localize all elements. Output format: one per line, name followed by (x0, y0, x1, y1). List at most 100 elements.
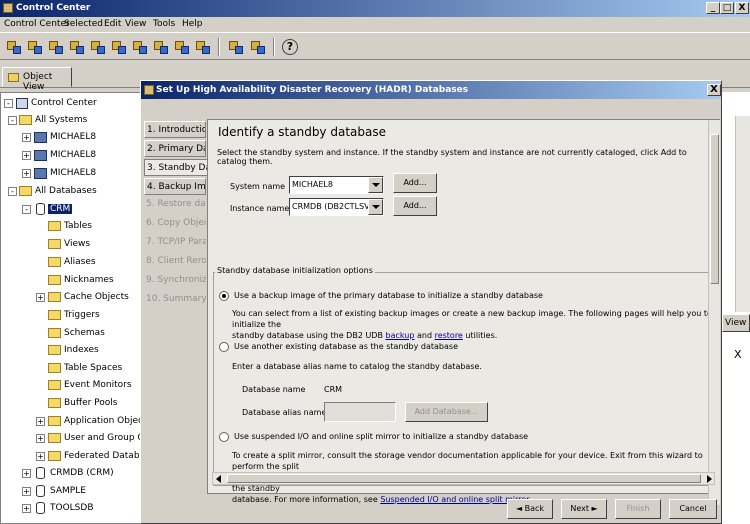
radio-existing-database-label[interactable]: Use another existing database as the sta… (234, 342, 458, 351)
wizard-steps: 1. Introduction 2. Primary Dat... 3. Sta… (144, 121, 207, 501)
task-center-icon[interactable] (195, 39, 211, 55)
backup-link[interactable]: backup (386, 331, 415, 340)
next-button[interactable]: Next ► (561, 499, 607, 519)
database-alias-label: Database alias name (242, 408, 327, 417)
wizard-buttons: ◄ Back Next ► Finish Cancel (141, 499, 721, 523)
content-horizontal-scrollbar[interactable] (212, 472, 715, 485)
page-title: Identify a standby database (218, 125, 386, 139)
tree-label: MICHAEL8 (50, 168, 97, 178)
expand-icon[interactable]: + (36, 452, 45, 461)
system-tool-icon[interactable] (6, 39, 22, 55)
collapse-icon[interactable]: - (8, 187, 17, 196)
control-center-tree-icon (16, 98, 28, 109)
add-system-button[interactable]: Add... (393, 173, 437, 193)
backup-desc-text: utilities. (465, 331, 498, 340)
dialog-title-bar: Set Up High Availability Disaster Recove… (141, 81, 721, 99)
content-vertical-scrollbar[interactable] (708, 120, 720, 505)
expand-icon[interactable]: + (22, 151, 31, 160)
horizontal-scroll-thumb[interactable] (227, 474, 701, 483)
backup-desc-line: standby database using the DB2 UDB backu… (232, 330, 712, 341)
folder-icon (48, 292, 61, 302)
menu-view[interactable]: View (125, 19, 146, 29)
collapse-icon[interactable]: - (8, 116, 17, 125)
scroll-right-icon[interactable] (707, 475, 712, 483)
collapse-icon[interactable]: - (4, 99, 13, 108)
step-standby-database[interactable]: 3. Standby Da... (144, 159, 207, 176)
radio-existing-database[interactable] (219, 342, 229, 352)
instance-name-value: CRMDB (DB2CTLSV) (292, 202, 373, 211)
radio-backup-image-label[interactable]: Use a backup image of the primary databa… (234, 291, 543, 300)
database-alias-input[interactable] (324, 402, 396, 422)
tree-label: Views (64, 239, 91, 249)
expand-icon[interactable]: + (36, 417, 45, 426)
help-icon[interactable]: ? (282, 39, 298, 55)
close-button[interactable]: X (735, 2, 749, 14)
expand-icon[interactable]: + (22, 504, 31, 513)
replication-icon[interactable] (90, 39, 106, 55)
finish-button: Finish (615, 499, 661, 519)
step-introduction[interactable]: 1. Introduction (144, 121, 206, 138)
system-name-combo[interactable]: MICHAEL8 (289, 176, 384, 194)
backup-desc-text: standby database using the DB2 UDB (232, 331, 383, 340)
menu-control-center[interactable]: Control Center (4, 19, 70, 29)
object-tree: - Control Center - All Systems + MICHAEL… (0, 92, 142, 524)
step-primary-database[interactable]: 2. Primary Dat... (144, 140, 206, 157)
scroll-left-icon[interactable] (216, 475, 221, 483)
add-instance-button[interactable]: Add... (393, 196, 437, 216)
contents-scrollbar[interactable] (735, 116, 750, 312)
expand-icon[interactable]: + (22, 487, 31, 496)
expand-icon[interactable]: + (36, 434, 45, 443)
tree-label: Control Center (31, 98, 97, 108)
health-center-icon[interactable] (111, 39, 127, 55)
menu-edit[interactable]: Edit (104, 19, 121, 29)
expand-icon[interactable]: + (36, 293, 45, 302)
tree-label: Aliases (64, 257, 96, 267)
folder-icon (48, 433, 61, 443)
tree-label: MICHAEL8 (50, 132, 97, 142)
existing-database-description: Enter a database alias name to catalog t… (232, 362, 482, 371)
development-center-icon[interactable] (174, 39, 190, 55)
command-editor-icon[interactable] (69, 39, 85, 55)
expand-icon[interactable]: + (22, 169, 31, 178)
database-tool-icon[interactable] (48, 39, 64, 55)
toolbar-separator (218, 38, 220, 56)
vertical-scroll-thumb[interactable] (710, 134, 719, 284)
tree-label: CRM (48, 204, 73, 214)
radio-split-mirror-label[interactable]: Use suspended I/O and online split mirro… (234, 432, 528, 441)
tree-label: Table Spaces (64, 363, 123, 373)
tree-label: All Databases (35, 186, 97, 196)
radio-split-mirror[interactable] (219, 432, 229, 442)
chevron-down-icon[interactable] (368, 177, 383, 193)
expand-icon[interactable]: + (22, 133, 31, 142)
license-center-icon[interactable] (153, 39, 169, 55)
folder-icon (48, 328, 61, 338)
menu-help[interactable]: Help (182, 19, 203, 29)
restore-link[interactable]: restore (435, 331, 463, 340)
menu-tools[interactable]: Tools (153, 19, 175, 29)
tree-label: CRMDB (CRM) (50, 468, 114, 478)
tab-object-view[interactable]: Object View (2, 67, 72, 92)
step-restore-database: 5. Restore dat... (146, 199, 206, 209)
menu-selected[interactable]: Selected (64, 19, 103, 29)
back-button[interactable]: ◄ Back (507, 499, 553, 519)
step-backup-image[interactable]: 4. Backup Ima... (144, 178, 206, 195)
chevron-down-icon[interactable] (368, 199, 383, 215)
split-desc-line: To create a split mirror, consult the st… (232, 451, 703, 471)
cancel-button[interactable]: Cancel (669, 499, 717, 519)
dialog-close-button[interactable]: X (707, 84, 721, 96)
minimize-button[interactable]: _ (706, 2, 720, 14)
instance-name-combo[interactable]: CRMDB (DB2CTLSV) (289, 198, 384, 216)
radio-backup-image[interactable] (219, 291, 229, 301)
maximize-button[interactable]: □ (720, 2, 734, 14)
instance-tool-icon[interactable] (27, 39, 43, 55)
journal-icon[interactable] (132, 39, 148, 55)
contacts-icon[interactable] (228, 39, 244, 55)
tools-settings-icon[interactable] (250, 39, 266, 55)
database-icon (36, 502, 45, 514)
system-name-value: MICHAEL8 (292, 180, 333, 189)
view-button[interactable]: View (722, 314, 750, 332)
expand-icon[interactable]: + (22, 469, 31, 478)
folder-icon (48, 451, 61, 461)
pane-close-icon[interactable]: X (734, 348, 742, 361)
collapse-icon[interactable]: - (22, 205, 31, 214)
